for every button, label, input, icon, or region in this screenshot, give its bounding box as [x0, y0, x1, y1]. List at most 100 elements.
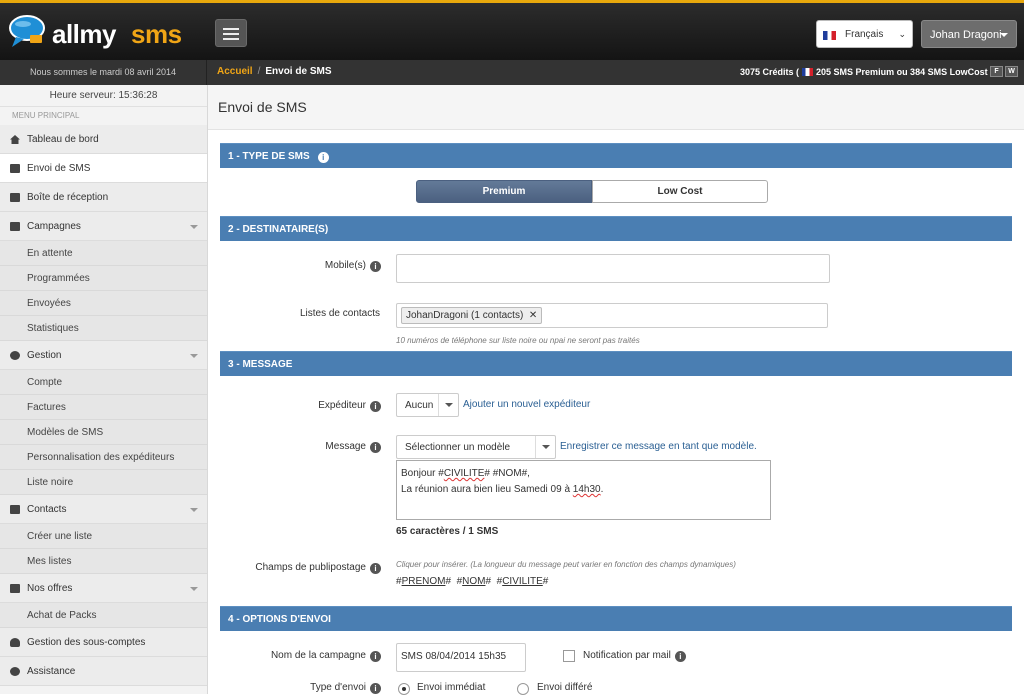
sidebar-item-management[interactable]: Gestion — [0, 341, 207, 370]
info-icon[interactable]: i — [370, 401, 381, 412]
logo[interactable]: allmy sms — [8, 9, 208, 55]
section-recipients-header: 2 - DESTINATAIRE(S) — [220, 216, 1012, 241]
message-label: Message i — [268, 441, 381, 453]
template-select-value: Sélectionner un modèle — [405, 442, 511, 453]
sidebar-subitem-statistics[interactable]: Statistiques — [0, 316, 207, 341]
remove-tag-icon[interactable]: ✕ — [529, 308, 537, 323]
campaign-name-label-text: Nom de la campagne — [270, 650, 366, 661]
merge-fields-hint: Cliquer pour insérer. (La longueur du me… — [396, 560, 736, 569]
send-later-label: Envoi différé — [537, 682, 593, 693]
sidebar-item-dashboard[interactable]: Tableau de bord — [0, 125, 207, 154]
breadcrumb-separator: / — [257, 66, 261, 77]
merge-field-label: PRENOM — [401, 576, 446, 587]
sender-select[interactable]: Aucun — [396, 393, 459, 417]
french-flag-icon — [802, 68, 814, 76]
notification-checkbox[interactable] — [563, 650, 575, 662]
message-text: Bonjour # — [401, 468, 444, 479]
current-date: Nous sommes le mardi 08 avril 2014 — [0, 60, 207, 85]
mobiles-input[interactable] — [396, 254, 830, 283]
message-textarea[interactable]: Bonjour #CIVILITE# #NOM#, La réunion aur… — [396, 460, 771, 520]
blacklist-hint: 10 numéros de téléphone sur liste noire … — [396, 336, 640, 345]
info-icon[interactable]: i — [370, 683, 381, 694]
message-text: La réunion aura bien lieu Samedi 09 à — [401, 484, 573, 495]
menu-toggle-button[interactable] — [215, 19, 247, 47]
notification-label-text: Notification par mail — [583, 650, 671, 661]
sender-select-value: Aucun — [405, 400, 434, 411]
send-now-radio[interactable] — [398, 683, 410, 695]
info-icon[interactable]: i — [370, 442, 381, 453]
sidebar-subitem-blacklist[interactable]: Liste noire — [0, 470, 207, 495]
sidebar-subitem-scheduled[interactable]: Programmées — [0, 266, 207, 291]
section-sms-type-header: 1 - TYPE DE SMS i — [220, 143, 1012, 168]
caret-down-icon — [1000, 33, 1008, 37]
template-select[interactable]: Sélectionner un modèle — [396, 435, 556, 459]
info-icon[interactable]: i — [370, 261, 381, 272]
sidebar-item-campaigns[interactable]: Campagnes — [0, 212, 207, 241]
sidebar-item-subaccounts[interactable]: Gestion des sous-comptes — [0, 628, 207, 657]
section-title: 3 - MESSAGE — [228, 359, 293, 370]
save-template-link[interactable]: Enregistrer ce message en tant que modèl… — [560, 441, 757, 452]
merge-field-label: NOM — [462, 576, 486, 587]
campaign-name-input[interactable]: SMS 08/04/2014 15h35 — [396, 643, 526, 672]
user-name: Johan Dragoni — [930, 29, 1002, 41]
add-sender-link[interactable]: Ajouter un nouvel expéditeur — [463, 399, 590, 410]
character-count: 65 caractères / 1 SMS — [396, 526, 499, 537]
send-now-label: Envoi immédiat — [417, 682, 486, 693]
breadcrumb-home-link[interactable]: Accueil — [217, 66, 253, 77]
chevron-down-icon: ⌄ — [898, 29, 906, 39]
chevron-down-icon — [190, 508, 198, 512]
sidebar-item-label: Assistance — [27, 666, 76, 677]
french-flag-icon — [823, 31, 836, 40]
main-content: Envoi de SMS 1 - TYPE DE SMS i Premium Lo… — [208, 85, 1024, 695]
campaign-name-label: Nom de la campagne i — [228, 650, 381, 662]
merge-fields-list: #PRENOM# #NOM# #CIVILITE# — [396, 576, 548, 587]
send-type-label-text: Type d'envoi — [310, 682, 366, 693]
sidebar-subitem-sent[interactable]: Envoyées — [0, 291, 207, 316]
contact-lists-input[interactable]: JohanDragoni (1 contacts) ✕ — [396, 303, 828, 328]
merge-field-label: CIVILITE — [502, 576, 543, 587]
credits-info: 3075 Crédits (205 SMS Premium ou 384 SMS… — [740, 60, 993, 84]
send-later-radio[interactable] — [517, 683, 529, 695]
sidebar-item-support[interactable]: Assistance — [0, 657, 207, 686]
facebook-button[interactable]: F — [990, 66, 1003, 77]
sidebar-subitem-buy-packs[interactable]: Achat de Packs — [0, 603, 207, 628]
caret-down-icon — [438, 394, 458, 416]
menu-title: MENU PRINCIPAL — [12, 111, 80, 120]
envelope-icon — [10, 164, 20, 173]
inbox-icon — [10, 193, 20, 202]
sidebar-subitem-invoices[interactable]: Factures — [0, 395, 207, 420]
sidebar-item-send-sms[interactable]: Envoi de SMS — [0, 154, 207, 183]
language-label: Français — [845, 29, 884, 40]
sidebar-subitem-templates[interactable]: Modèles de SMS — [0, 420, 207, 445]
sidebar-subitem-create-list[interactable]: Créer une liste — [0, 524, 207, 549]
sidebar-item-inbox[interactable]: Boîte de réception — [0, 183, 207, 212]
sms-type-premium-button[interactable]: Premium — [416, 180, 592, 203]
notification-label: Notification par mail i — [583, 650, 686, 662]
page-title: Envoi de SMS — [208, 85, 1024, 130]
message-text: . — [600, 484, 604, 495]
contact-list-tag: JohanDragoni (1 contacts) ✕ — [401, 307, 543, 324]
logo-text-allmy: allmy — [52, 19, 117, 49]
merge-field-civilite[interactable]: #CIVILITE# — [497, 576, 549, 587]
sidebar-subitem-pending[interactable]: En attente — [0, 241, 207, 266]
list-icon — [10, 222, 20, 231]
info-icon[interactable]: i — [317, 152, 329, 163]
sidebar-item-offers[interactable]: Nos offres — [0, 574, 207, 603]
merge-field-prenom[interactable]: #PRENOM# — [396, 576, 451, 587]
language-select[interactable]: Français ⌄ — [816, 20, 913, 48]
sidebar-item-contacts[interactable]: Contacts — [0, 495, 207, 524]
web-button[interactable]: W — [1005, 66, 1018, 77]
sidebar-subitem-my-lists[interactable]: Mes listes — [0, 549, 207, 574]
sms-type-lowcost-button[interactable]: Low Cost — [592, 180, 768, 203]
sidebar-subitem-sender-custom[interactable]: Personnalisation des expéditeurs — [0, 445, 207, 470]
info-icon[interactable]: i — [370, 651, 381, 662]
merge-field-nom[interactable]: #NOM# — [457, 576, 491, 587]
sidebar: Heure serveur: 15:36:28 MENU PRINCIPAL T… — [0, 85, 208, 694]
info-icon[interactable]: i — [370, 563, 381, 574]
top-header: allmy sms Français ⌄ Johan Dragoni — [0, 0, 1024, 60]
campaign-name-value: SMS 08/04/2014 15h35 — [401, 651, 507, 662]
user-menu-button[interactable]: Johan Dragoni — [921, 20, 1017, 48]
info-icon[interactable]: i — [674, 651, 686, 662]
logo-text-sms: sms — [131, 19, 182, 49]
sidebar-subitem-account[interactable]: Compte — [0, 370, 207, 395]
